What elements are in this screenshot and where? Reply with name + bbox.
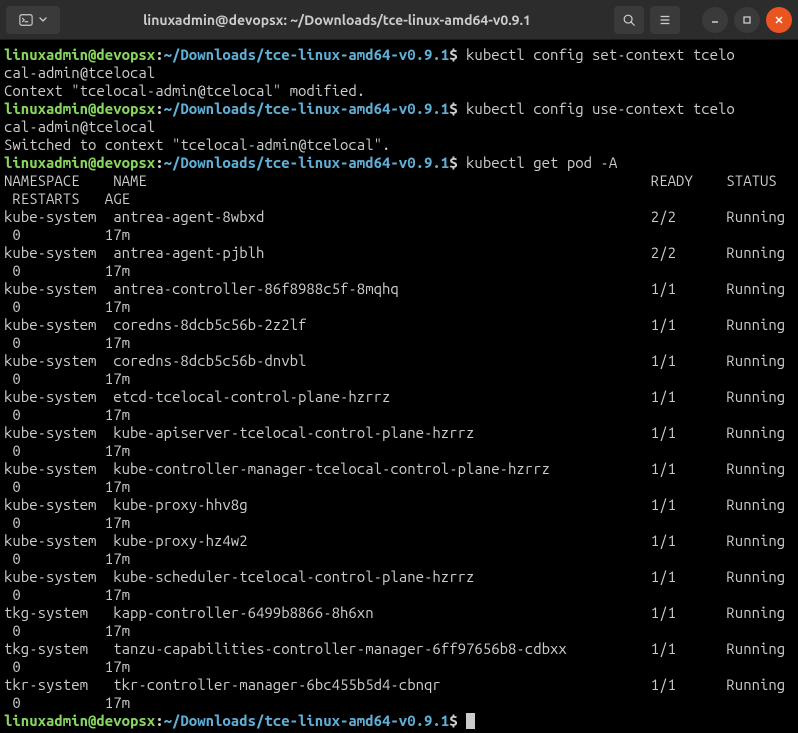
minimize-icon (710, 15, 720, 25)
maximize-icon (742, 15, 752, 25)
new-tab-button[interactable] (6, 6, 60, 34)
maximize-button[interactable] (734, 7, 760, 33)
hamburger-icon (658, 13, 672, 27)
window-title: linuxadmin@devopsx: ~/Downloads/tce-linu… (60, 12, 614, 28)
close-icon (774, 15, 784, 25)
terminal-output[interactable]: linuxadmin@devopsx:~/Downloads/tce-linux… (0, 40, 798, 732)
chevron-down-icon (39, 16, 47, 24)
search-button[interactable] (614, 6, 644, 34)
menu-button[interactable] (650, 6, 680, 34)
terminal-icon (19, 13, 33, 27)
window-titlebar: linuxadmin@devopsx: ~/Downloads/tce-linu… (0, 0, 798, 40)
search-icon (622, 13, 636, 27)
minimize-button[interactable] (702, 7, 728, 33)
cursor (466, 713, 475, 729)
close-button[interactable] (766, 7, 792, 33)
